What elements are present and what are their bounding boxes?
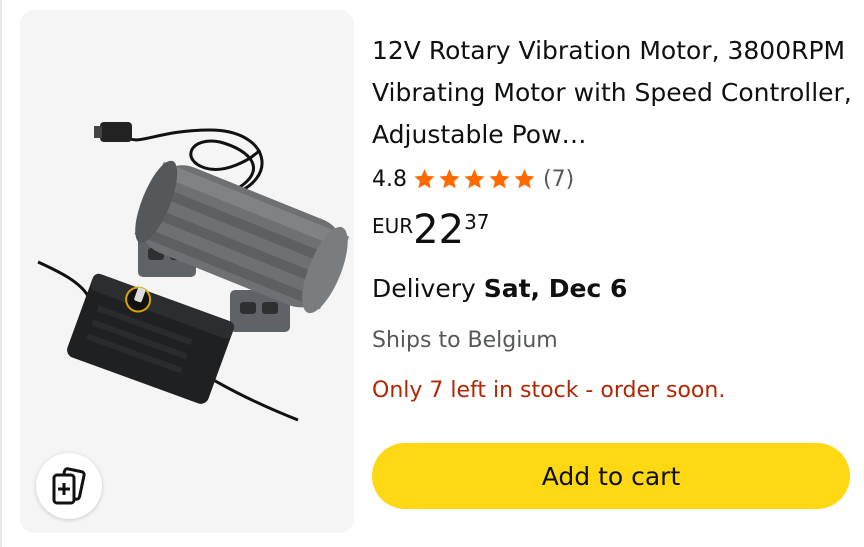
price-fraction: 37 (464, 210, 490, 234)
product-info: 12V Rotary Vibration Motor, 3800RPM Vibr… (372, 30, 852, 410)
star-icon (489, 169, 510, 189)
product-image-panel[interactable] (20, 10, 354, 533)
star-icon (414, 169, 435, 189)
delivery-info: Delivery Sat, Dec 6 (372, 274, 852, 310)
rating-value: 4.8 (372, 166, 407, 192)
delivery-date: Sat, Dec 6 (483, 274, 628, 303)
rating-row[interactable]: 4.8 (7) (372, 162, 852, 196)
stock-notice: Only 7 left in stock - order soon. (372, 378, 726, 403)
compare-cards-icon (52, 467, 86, 505)
price-whole: 22 (413, 207, 465, 253)
review-count[interactable]: (7) (543, 167, 574, 192)
product-card[interactable]: 12V Rotary Vibration Motor, 3800RPM Vibr… (0, 0, 864, 547)
compare-button[interactable] (36, 453, 102, 519)
ships-to: Ships to Belgium (372, 328, 558, 353)
star-icon (464, 169, 485, 189)
star-icon (439, 169, 460, 189)
price: EUR 22 37 (372, 206, 852, 256)
add-to-cart-button[interactable]: Add to cart (372, 443, 850, 509)
price-currency: EUR (372, 214, 414, 238)
product-title[interactable]: 12V Rotary Vibration Motor, 3800RPM Vibr… (372, 30, 852, 156)
star-rating (412, 167, 537, 191)
star-icon (514, 169, 535, 189)
delivery-label: Delivery (372, 274, 484, 303)
